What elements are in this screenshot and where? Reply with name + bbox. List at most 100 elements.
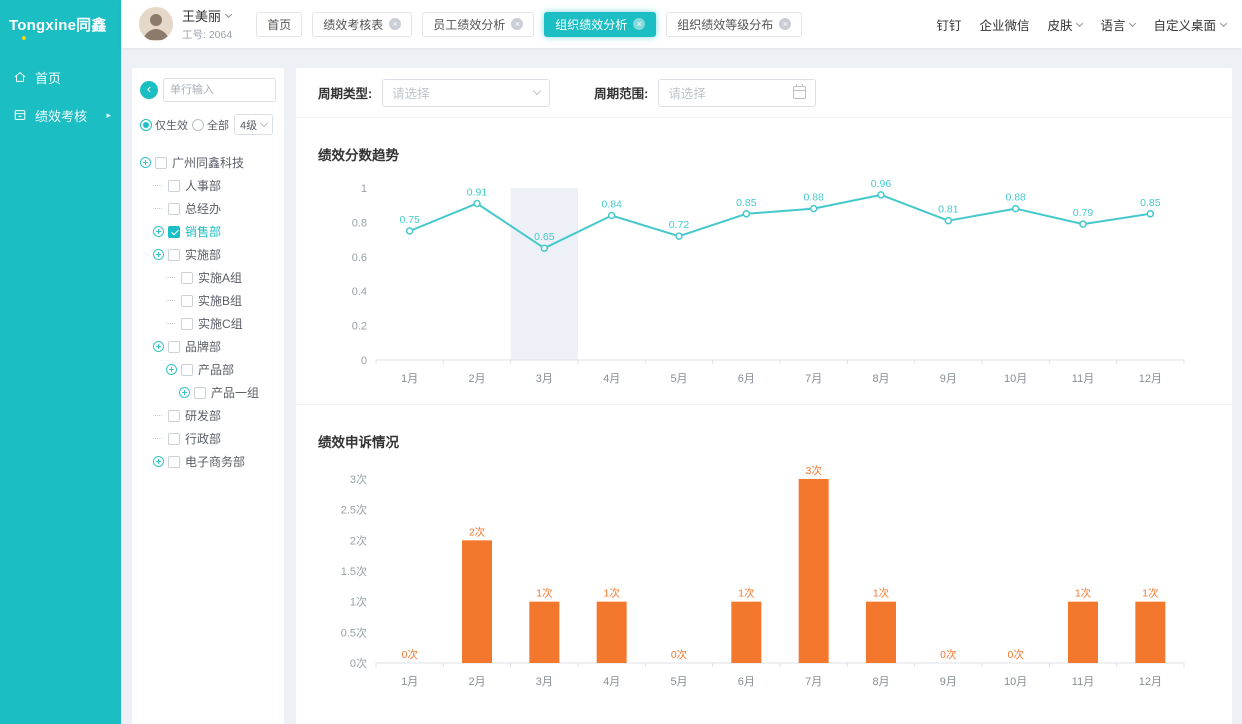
expand-icon[interactable] (140, 157, 151, 168)
svg-text:2月: 2月 (468, 676, 485, 688)
expand-icon[interactable] (153, 456, 164, 467)
expand-icon[interactable] (166, 364, 177, 375)
tree-node-7[interactable]: 实施C组 (140, 312, 276, 335)
header-action-wecom[interactable]: 企业微信 (979, 15, 1029, 34)
svg-text:0.5次: 0.5次 (341, 625, 367, 639)
tree-node-6[interactable]: 实施B组 (140, 289, 276, 312)
tab-close-icon[interactable]: × (779, 18, 791, 30)
tree-node-10[interactable]: 产品一组 (140, 381, 276, 404)
header-action-language[interactable]: 语言 (1100, 15, 1135, 34)
user-block: 王美丽 工号: 2064 (182, 6, 232, 42)
expand-icon[interactable] (153, 249, 164, 260)
tab-org-performance-analysis[interactable]: 组织绩效分析 × (544, 12, 656, 37)
svg-text:5月: 5月 (670, 373, 687, 385)
app-root: Tongxine同鑫 首页 绩效考核 ▸ (0, 0, 1242, 724)
header-action-skin[interactable]: 皮肤 (1047, 15, 1082, 34)
header-action-custom-desktop[interactable]: 自定义桌面 (1153, 15, 1226, 34)
svg-text:3次: 3次 (805, 464, 822, 477)
checkbox[interactable] (168, 226, 180, 238)
radio-all[interactable] (192, 119, 204, 131)
checkbox[interactable] (181, 272, 193, 284)
tree-node-3[interactable]: 销售部 (140, 220, 276, 243)
tree-node-4[interactable]: 实施部 (140, 243, 276, 266)
checkbox[interactable] (168, 249, 180, 261)
svg-text:0.65: 0.65 (534, 231, 555, 243)
tree-node-5[interactable]: 实施A组 (140, 266, 276, 289)
checkbox[interactable] (168, 433, 180, 445)
tree-node-label: 产品部 (198, 361, 234, 378)
tree-node-1[interactable]: 人事部 (140, 174, 276, 197)
tree-node-13[interactable]: 电子商务部 (140, 450, 276, 473)
svg-text:0.88: 0.88 (803, 192, 824, 204)
tab-label: 组织绩效等级分布 (677, 16, 773, 33)
svg-text:0.85: 0.85 (1140, 197, 1161, 209)
checkbox[interactable] (168, 410, 180, 422)
checkbox[interactable] (168, 203, 180, 215)
svg-text:2.5次: 2.5次 (341, 503, 367, 517)
tree-node-0[interactable]: 广州同鑫科技 (140, 151, 276, 174)
chevron-down-icon (225, 11, 232, 18)
line-chart: 00.20.40.60.811月2月3月4月5月6月7月8月9月10月11月12… (318, 168, 1210, 390)
checkbox[interactable] (194, 387, 206, 399)
tree-node-label: 销售部 (185, 223, 221, 240)
svg-text:1次: 1次 (738, 587, 755, 600)
svg-text:12月: 12月 (1139, 373, 1162, 385)
user-menu[interactable]: 王美丽 (182, 6, 232, 25)
svg-text:1.5次: 1.5次 (341, 564, 367, 578)
tree-node-12[interactable]: 行政部 (140, 427, 276, 450)
period-type-select[interactable]: 请选择 (382, 79, 550, 107)
checkbox[interactable] (181, 318, 193, 330)
checkbox[interactable] (168, 180, 180, 192)
main-column: 王美丽 工号: 2064 首页绩效考核表×员工绩效分析×组织绩效分析×组织绩效等… (121, 0, 1242, 724)
svg-text:7月: 7月 (805, 373, 822, 385)
header-action-label: 钉钉 (936, 15, 961, 34)
header-action-dingtalk[interactable]: 钉钉 (936, 15, 961, 34)
header-action-label: 自定义桌面 (1153, 15, 1216, 34)
chevron-down-icon (1129, 19, 1136, 26)
level-select[interactable]: 4级 (234, 114, 273, 135)
line-chart-title: 绩效分数趋势 (318, 144, 1210, 164)
period-range-picker[interactable]: 请选择 (658, 79, 816, 107)
radio-active-only[interactable] (140, 119, 152, 131)
search-input[interactable] (163, 78, 276, 102)
brand-logo: Tongxine同鑫 (0, 0, 121, 48)
tab-employee-performance-analysis[interactable]: 员工绩效分析 × (422, 12, 534, 37)
checkbox[interactable] (181, 364, 193, 376)
svg-text:0次: 0次 (671, 648, 688, 661)
tree-connector (166, 300, 175, 301)
checkbox[interactable] (168, 341, 180, 353)
expand-icon[interactable] (153, 341, 164, 352)
svg-text:0.72: 0.72 (669, 219, 690, 231)
tree-node-11[interactable]: 研发部 (140, 404, 276, 427)
svg-text:9月: 9月 (940, 676, 957, 688)
checkbox[interactable] (155, 157, 167, 169)
checkbox[interactable] (181, 295, 193, 307)
expand-icon[interactable] (179, 387, 190, 398)
sidebar-item-label: 绩效考核 (35, 106, 87, 125)
header-actions: 钉钉企业微信皮肤语言自定义桌面 (936, 15, 1226, 34)
tab-close-icon[interactable]: × (389, 18, 401, 30)
svg-text:0次: 0次 (940, 648, 957, 661)
tree-connector (166, 323, 175, 324)
period-range-label: 周期范围: (594, 83, 648, 102)
svg-text:4月: 4月 (603, 676, 620, 688)
tab-close-icon[interactable]: × (633, 18, 645, 30)
period-range-value: 请选择 (668, 83, 706, 102)
tree-node-9[interactable]: 产品部 (140, 358, 276, 381)
avatar[interactable] (139, 7, 173, 41)
checkbox[interactable] (168, 456, 180, 468)
expand-icon[interactable] (153, 226, 164, 237)
svg-text:1次: 1次 (1142, 587, 1159, 600)
tab-org-grade-distribution[interactable]: 组织绩效等级分布 × (666, 12, 802, 37)
tree-node-2[interactable]: 总经办 (140, 197, 276, 220)
tab-label: 组织绩效分析 (555, 16, 627, 33)
tab-home[interactable]: 首页 (256, 12, 302, 37)
tab-performance-form[interactable]: 绩效考核表× (312, 12, 412, 37)
collapse-panel-button[interactable]: ‹ (140, 81, 158, 99)
tree-node-label: 研发部 (185, 407, 221, 424)
tree-node-8[interactable]: 品牌部 (140, 335, 276, 358)
sidebar-item-performance[interactable]: 绩效考核 ▸ (0, 96, 121, 134)
sidebar-item-home[interactable]: 首页 (0, 58, 121, 96)
tab-close-icon[interactable]: × (511, 18, 523, 30)
tab-label: 员工绩效分析 (433, 16, 505, 33)
